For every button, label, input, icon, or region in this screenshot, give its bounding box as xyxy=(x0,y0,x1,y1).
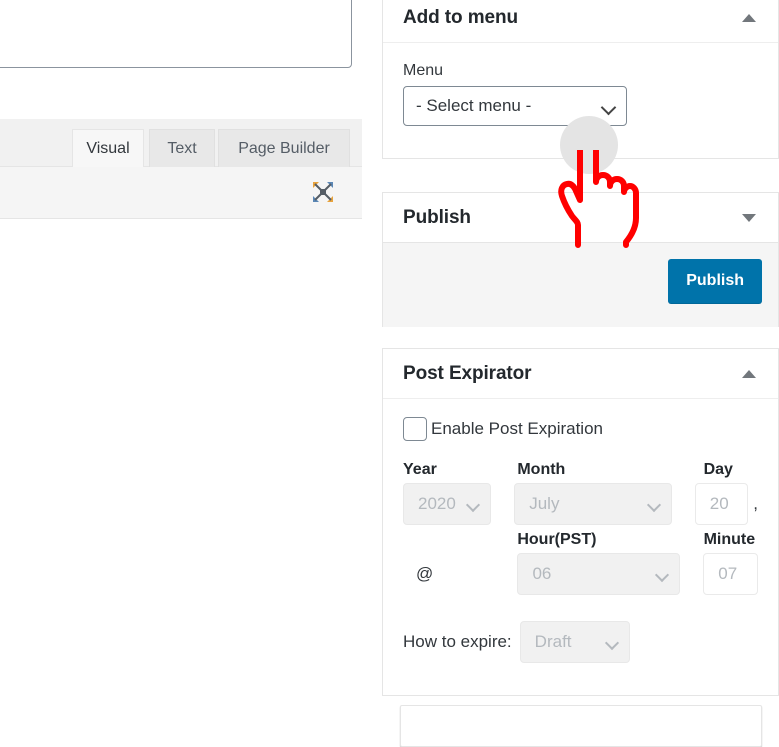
year-select-value: 2020 xyxy=(418,494,456,513)
enable-post-expiration-checkbox[interactable] xyxy=(403,417,427,441)
enable-post-expiration-label[interactable]: Enable Post Expiration xyxy=(431,419,603,439)
editor-toolbar-row xyxy=(0,167,362,219)
panel-post-expirator-title: Post Expirator xyxy=(403,362,532,384)
panel-publish-body: Publish xyxy=(383,243,778,327)
tab-page-builder-label: Page Builder xyxy=(238,139,330,157)
year-select[interactable]: 2020 xyxy=(403,483,492,525)
chevron-down-icon xyxy=(604,635,619,651)
enable-post-expiration-row: Enable Post Expiration xyxy=(403,417,758,441)
panel-publish: Publish Publish xyxy=(382,192,779,327)
publish-button[interactable]: Publish xyxy=(668,259,762,303)
how-to-expire-row: How to expire: Draft xyxy=(403,621,758,663)
panel-next-partial xyxy=(400,705,762,747)
panel-add-to-menu-title: Add to menu xyxy=(403,6,518,28)
date-comma-separator: , xyxy=(753,494,758,513)
panel-post-expirator-body: Enable Post Expiration Year Month Day 20… xyxy=(383,399,778,681)
date-field-labels-row: Year Month Day xyxy=(403,461,758,479)
hour-select[interactable]: 06 xyxy=(517,553,681,595)
panel-add-to-menu-header[interactable]: Add to menu xyxy=(383,0,778,43)
triangle-down-icon[interactable] xyxy=(742,213,756,222)
panel-add-to-menu-body: Menu - Select menu - xyxy=(383,43,778,144)
panel-publish-header[interactable]: Publish xyxy=(383,193,778,243)
year-label: Year xyxy=(403,461,437,478)
chevron-down-icon xyxy=(655,567,670,583)
post-title-input[interactable] xyxy=(0,0,352,68)
day-input[interactable]: 20 xyxy=(694,483,749,525)
triangle-up-icon[interactable] xyxy=(742,13,756,22)
how-to-expire-label: How to expire: xyxy=(403,632,512,651)
time-field-row: @ 06 07 xyxy=(403,553,758,595)
minute-input[interactable]: 07 xyxy=(703,553,758,595)
editor-left-column: Visual Text Page Builder xyxy=(0,0,363,718)
tab-page-builder[interactable]: Page Builder xyxy=(218,129,350,167)
editor-tab-strip: Visual Text Page Builder xyxy=(0,119,362,168)
triangle-up-icon[interactable] xyxy=(742,369,756,378)
chevron-down-icon xyxy=(600,99,617,116)
panel-post-expirator-header[interactable]: Post Expirator xyxy=(383,349,778,399)
panel-add-to-menu: Add to menu Menu - Select menu - xyxy=(382,0,779,159)
time-field-labels-row: Hour(PST) Minute xyxy=(403,531,758,549)
at-symbol: @ xyxy=(416,564,434,583)
tab-text-label: Text xyxy=(167,139,197,157)
how-to-expire-select[interactable]: Draft xyxy=(519,621,630,663)
tab-text[interactable]: Text xyxy=(149,129,215,167)
month-label: Month xyxy=(517,461,566,478)
month-select-value: July xyxy=(529,494,560,513)
hour-label: Hour(PST) xyxy=(517,531,597,548)
how-to-expire-value: Draft xyxy=(534,632,572,651)
panel-publish-title: Publish xyxy=(403,206,471,228)
panel-post-expirator: Post Expirator Enable Post Expiration Ye… xyxy=(382,348,779,696)
tab-visual-label: Visual xyxy=(86,140,130,157)
menu-select-value: - Select menu - xyxy=(416,96,532,115)
month-select[interactable]: July xyxy=(514,483,672,525)
fullscreen-expand-icon[interactable] xyxy=(310,179,336,205)
chevron-down-icon xyxy=(466,497,481,513)
day-label: Day xyxy=(703,461,733,478)
chevron-down-icon xyxy=(646,497,661,513)
menu-field-label: Menu xyxy=(403,62,444,79)
menu-select[interactable]: - Select menu - xyxy=(403,86,627,126)
sidebar: Add to menu Menu - Select menu - Publish… xyxy=(382,0,779,747)
minute-label: Minute xyxy=(703,531,756,548)
tab-visual[interactable]: Visual xyxy=(72,129,144,168)
date-field-row: 2020 July 20 , xyxy=(403,483,758,525)
hour-select-value: 06 xyxy=(532,564,552,583)
editor-content-area[interactable] xyxy=(0,219,362,718)
